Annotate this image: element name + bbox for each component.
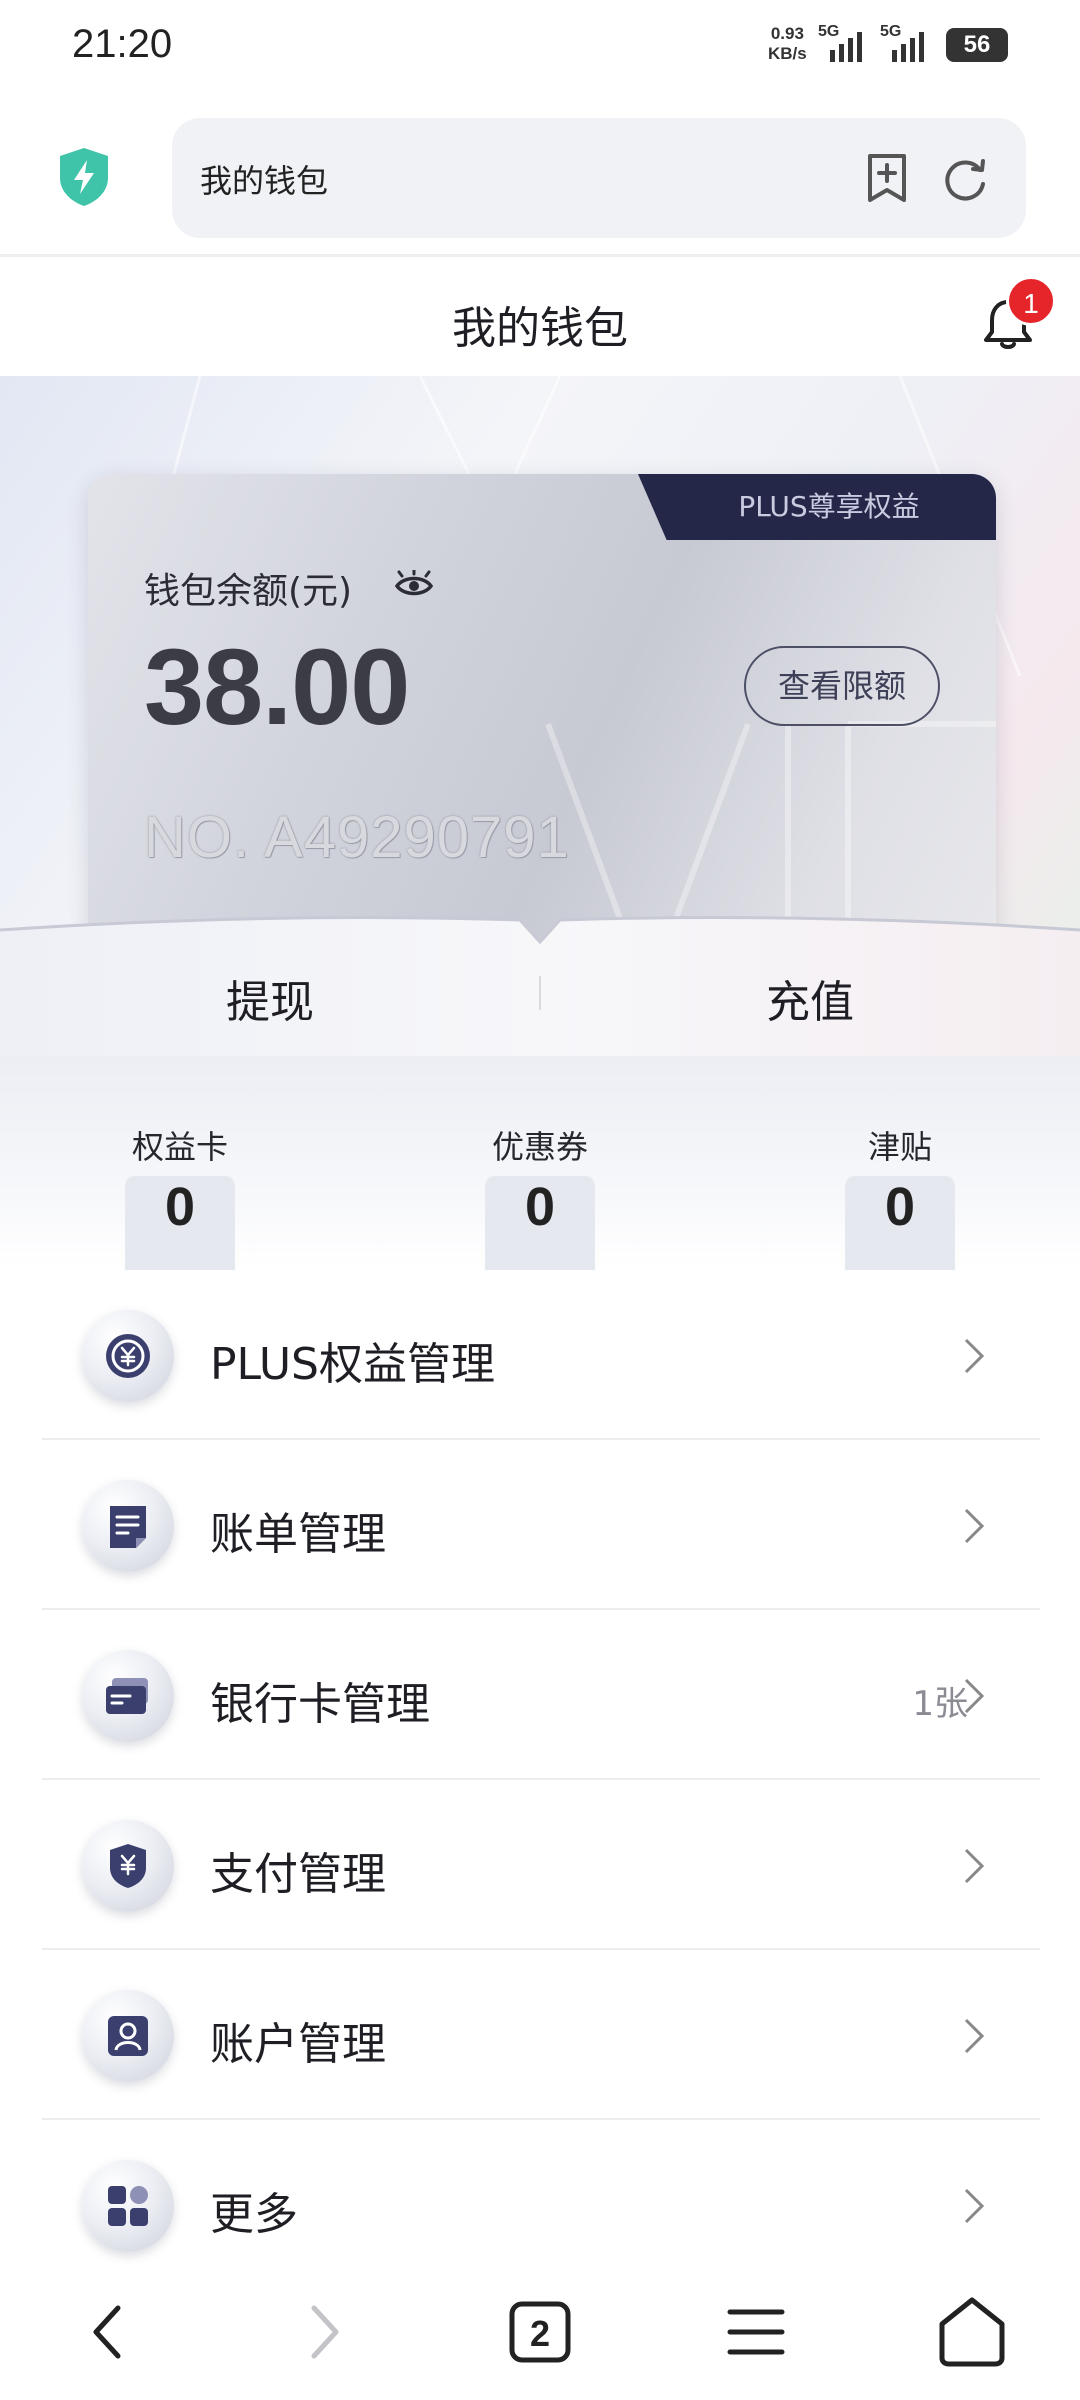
home-icon[interactable] <box>932 2292 1012 2372</box>
signal1-label: 5G <box>818 23 839 40</box>
network-speed-value: 0.93 <box>770 24 804 43</box>
refresh-icon[interactable] <box>940 154 990 204</box>
address-text[interactable]: 我的钱包 <box>200 156 328 202</box>
chevron-right-icon <box>964 1338 985 1374</box>
chevron-right-icon <box>964 2188 985 2224</box>
battery-icon: 56 <box>946 28 1008 62</box>
stat-coupon[interactable]: 优惠券 0 <box>360 1122 720 1238</box>
recharge-button[interactable]: 充值 <box>540 966 1080 1030</box>
menu-item-account[interactable]: 账户管理 <box>0 1950 1080 2120</box>
network-speed: 0.93 KB/s <box>768 24 807 64</box>
stat-value: 0 <box>884 1177 916 1237</box>
menu-item-plus-benefits[interactable]: PLUS权益管理 <box>0 1270 1080 1440</box>
status-bar: 21:20 0.93 KB/s 5G 5G 56 <box>0 0 1080 100</box>
plus-yuan-icon <box>82 1310 174 1402</box>
chevron-right-icon <box>964 2018 985 2054</box>
menu-icon[interactable] <box>716 2292 796 2372</box>
chevron-right-icon <box>964 1678 985 1714</box>
balance-amount: 38.00 <box>144 626 410 747</box>
notification-badge: 1 <box>1006 276 1056 326</box>
menu-label: 支付管理 <box>210 1849 386 1900</box>
eye-icon[interactable] <box>394 570 434 602</box>
tab-count: 2 <box>530 2313 550 2354</box>
card-number: NO. A49290791 <box>144 805 570 870</box>
stat-benefit-card[interactable]: 权益卡 0 <box>0 1122 360 1238</box>
bottom-navigation: 2 <box>0 2270 1080 2400</box>
grid-icon <box>82 2160 174 2252</box>
divider <box>0 254 1080 257</box>
payment-shield-icon <box>82 1820 174 1912</box>
forward-icon[interactable] <box>284 2292 364 2372</box>
bank-card-count: 1张 <box>912 1684 968 1724</box>
tabs-icon[interactable]: 2 <box>500 2292 580 2372</box>
bank-card-icon <box>82 1650 174 1742</box>
menu-label: 账单管理 <box>210 1509 386 1560</box>
plus-benefits-tab[interactable]: PLUS尊享权益 <box>638 474 996 540</box>
stat-allowance[interactable]: 津贴 0 <box>720 1122 1080 1238</box>
stat-label: 优惠券 <box>491 1128 588 1166</box>
menu-item-bills[interactable]: 账单管理 <box>0 1440 1080 1610</box>
stats-row: 权益卡 0 优惠券 0 津贴 0 <box>0 1056 1080 1270</box>
stat-label: 津贴 <box>867 1128 932 1166</box>
menu-item-payment[interactable]: 支付管理 <box>0 1780 1080 1950</box>
signal-icon-2: 5G <box>880 23 924 62</box>
balance-label: 钱包余额(元) <box>144 571 353 612</box>
view-limit-button[interactable]: 查看限额 <box>744 646 940 726</box>
stat-label: 权益卡 <box>131 1128 228 1166</box>
bookmark-add-icon[interactable] <box>862 152 912 204</box>
stat-value: 0 <box>164 1177 196 1237</box>
stat-value: 0 <box>524 1177 556 1237</box>
menu-item-more[interactable]: 更多 <box>0 2120 1080 2290</box>
wallet-actions: 提现 充值 <box>0 966 1080 1046</box>
address-bar[interactable]: 我的钱包 <box>172 118 1026 238</box>
account-icon <box>82 1990 174 2082</box>
menu-item-bank-cards[interactable]: 银行卡管理 1张 <box>0 1610 1080 1780</box>
chevron-right-icon <box>964 1848 985 1884</box>
menu-label: 更多 <box>210 2189 298 2240</box>
wallet-hero: PLUS尊享权益 钱包余额(元) 38.00 查看限额 NO. A4929079… <box>0 376 1080 1056</box>
menu-label: 银行卡管理 <box>210 1679 430 1730</box>
shield-bolt-icon[interactable] <box>56 146 112 208</box>
withdraw-button[interactable]: 提现 <box>0 966 540 1030</box>
bill-icon <box>82 1480 174 1572</box>
signal2-label: 5G <box>880 23 901 40</box>
back-icon[interactable] <box>68 2292 148 2372</box>
menu-label: PLUS权益管理 <box>210 1339 495 1390</box>
chevron-right-icon <box>964 1508 985 1544</box>
status-time: 21:20 <box>72 22 173 66</box>
page-title: 我的钱包 <box>452 303 628 354</box>
menu-label: 账户管理 <box>210 2019 386 2070</box>
network-speed-unit: KB/s <box>768 44 807 63</box>
signal-icon: 5G <box>818 23 862 62</box>
